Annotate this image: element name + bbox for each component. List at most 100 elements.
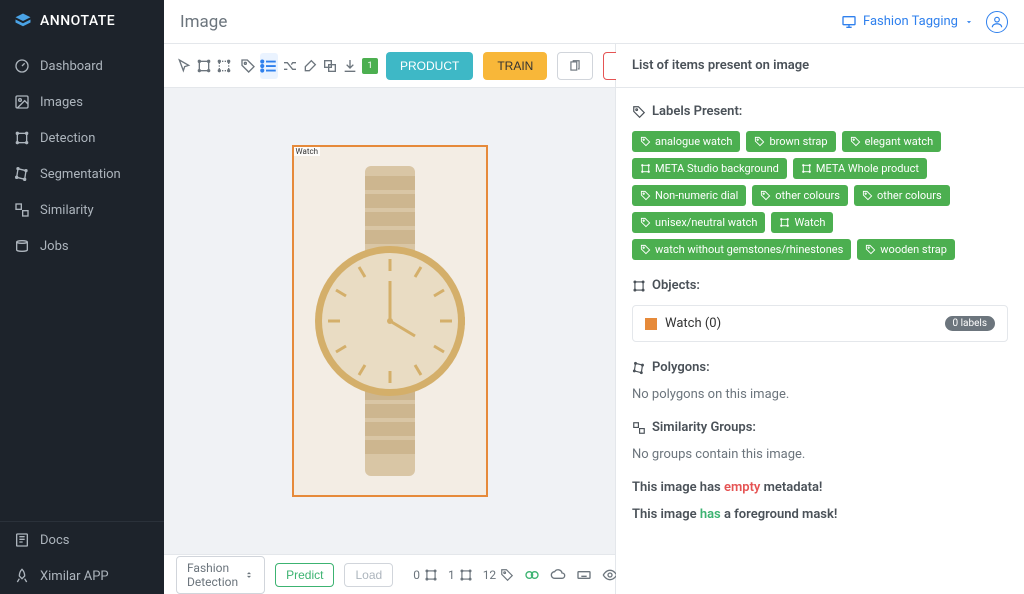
cursor-tool[interactable] (176, 53, 192, 79)
sidebar: ANNOTATE Dashboard Images Detection Segm… (0, 0, 164, 594)
label-text: META Studio background (655, 162, 779, 175)
keyboard-icon[interactable] (576, 567, 592, 583)
product-button[interactable]: PRODUCT (386, 52, 473, 80)
canvas-area[interactable]: Watch (164, 88, 615, 554)
sidebar-item-label: Detection (40, 131, 95, 146)
panel-title: List of items present on image (616, 44, 1024, 88)
object-row[interactable]: Watch (0) 0 labels (632, 305, 1008, 342)
label-tag[interactable]: other colours (854, 185, 950, 206)
gauge-icon (14, 58, 30, 74)
tag-icon (850, 136, 861, 147)
label-tag[interactable]: META Studio background (632, 158, 787, 179)
label-tag[interactable]: wooden strap (857, 239, 955, 260)
right-panel: List of items present on image Labels Pr… (616, 44, 1024, 594)
tag-icon (632, 105, 646, 119)
link-icon[interactable] (524, 567, 540, 583)
bbox-icon (801, 163, 812, 174)
sidebar-item-ximilar[interactable]: Ximilar APP (0, 558, 164, 594)
label-tag[interactable]: Watch (771, 212, 833, 233)
label-tag[interactable]: analogue watch (632, 131, 740, 152)
mask-info: This image has a foreground mask! (632, 507, 1008, 522)
brush-tool[interactable] (302, 53, 318, 79)
label-text: unisex/neutral watch (655, 216, 757, 229)
bottom-bar: Fashion Detection Predict Load 0 1 (164, 554, 615, 594)
sidebar-item-docs[interactable]: Docs (0, 522, 164, 558)
label-tag[interactable]: META Whole product (793, 158, 927, 179)
object-label: Watch (294, 147, 321, 156)
panel-body: Labels Present: analogue watch brown stra… (616, 88, 1024, 594)
sidebar-item-label: Dashboard (40, 59, 103, 74)
label-tag[interactable]: Non-numeric dial (632, 185, 746, 206)
tag-icon (640, 136, 651, 147)
sidebar-item-similarity[interactable]: Similarity (0, 192, 164, 228)
topbar: Image Fashion Tagging (164, 0, 1024, 44)
label-text: Watch (794, 216, 825, 229)
tag-tool[interactable] (240, 53, 256, 79)
label-text: Non-numeric dial (655, 189, 738, 202)
sidebar-item-jobs[interactable]: Jobs (0, 228, 164, 264)
sidebar-item-label: Ximilar APP (40, 569, 109, 584)
object-color-swatch (645, 318, 657, 330)
download-tool[interactable] (342, 53, 358, 79)
label-text: analogue watch (655, 135, 732, 148)
sidebar-footer: Docs Ximilar APP (0, 521, 164, 594)
label-tag[interactable]: unisex/neutral watch (632, 212, 765, 233)
shuffle-tool[interactable] (282, 53, 298, 79)
copy-tool[interactable] (322, 53, 338, 79)
train-button[interactable]: TRAIN (483, 52, 547, 80)
polygons-title: Polygons: (632, 360, 1008, 375)
similarity-icon (14, 202, 30, 218)
sidebar-item-label: Segmentation (40, 167, 121, 182)
polygons-empty-text: No polygons on this image. (632, 387, 1008, 402)
image-bounding-box[interactable]: Watch (292, 145, 488, 497)
tag-icon (640, 190, 651, 201)
bbox-icon (14, 130, 30, 146)
brand-logo-icon (14, 12, 32, 30)
sidebar-item-images[interactable]: Images (0, 84, 164, 120)
labels-section: Labels Present: analogue watch brown stra… (632, 104, 1008, 260)
polygons-section: Polygons: No polygons on this image. (632, 360, 1008, 402)
label-text: elegant watch (865, 135, 934, 148)
canvas-column: 1 PRODUCT TRAIN Verify Watch (164, 44, 616, 594)
label-tag[interactable]: watch without gemstones/rhinestones (632, 239, 851, 260)
label-text: META Whole product (816, 162, 919, 175)
cloud-icon[interactable] (550, 567, 566, 583)
docs-icon (14, 532, 30, 548)
page-title: Image (180, 12, 227, 32)
sidebar-item-label: Docs (40, 533, 69, 548)
bbox-icon (632, 279, 646, 293)
label-tag[interactable]: other colours (752, 185, 848, 206)
brand-header: ANNOTATE (0, 0, 164, 42)
caret-down-icon (964, 17, 974, 27)
label-tag[interactable]: elegant watch (842, 131, 942, 152)
tag-icon (760, 190, 771, 201)
labels-title: Labels Present: (632, 104, 1008, 119)
label-text: brown strap (769, 135, 827, 148)
canvas-toolbar: 1 PRODUCT TRAIN Verify (164, 44, 615, 88)
project-selector[interactable]: Fashion Tagging (841, 14, 974, 30)
bbox-icon (779, 217, 790, 228)
bbox-dashed-tool[interactable] (216, 53, 232, 79)
polygon-icon (632, 361, 646, 375)
sidebar-item-dashboard[interactable]: Dashboard (0, 48, 164, 84)
bbox-icon (640, 163, 651, 174)
badge-count[interactable]: 1 (362, 53, 378, 79)
duplicate-button[interactable] (557, 52, 593, 80)
sidebar-item-label: Jobs (40, 239, 69, 254)
similarity-empty-text: No groups contain this image. (632, 447, 1008, 462)
sort-icon (244, 570, 254, 580)
sidebar-item-detection[interactable]: Detection (0, 120, 164, 156)
load-button[interactable]: Load (344, 563, 393, 587)
labels-list: analogue watch brown strap elegant watch ME… (632, 131, 1008, 260)
label-tag[interactable]: brown strap (746, 131, 835, 152)
user-avatar[interactable] (986, 11, 1008, 33)
similarity-title: Similarity Groups: (632, 420, 1008, 435)
predict-button[interactable]: Predict (275, 563, 334, 587)
sidebar-item-segmentation[interactable]: Segmentation (0, 156, 164, 192)
project-name: Fashion Tagging (863, 14, 958, 29)
bbox-tool[interactable] (196, 53, 212, 79)
metadata-info: This image has empty metadata! (632, 480, 1008, 495)
polygon-icon (14, 166, 30, 182)
list-tool[interactable] (260, 53, 278, 79)
model-selector[interactable]: Fashion Detection (176, 556, 265, 594)
